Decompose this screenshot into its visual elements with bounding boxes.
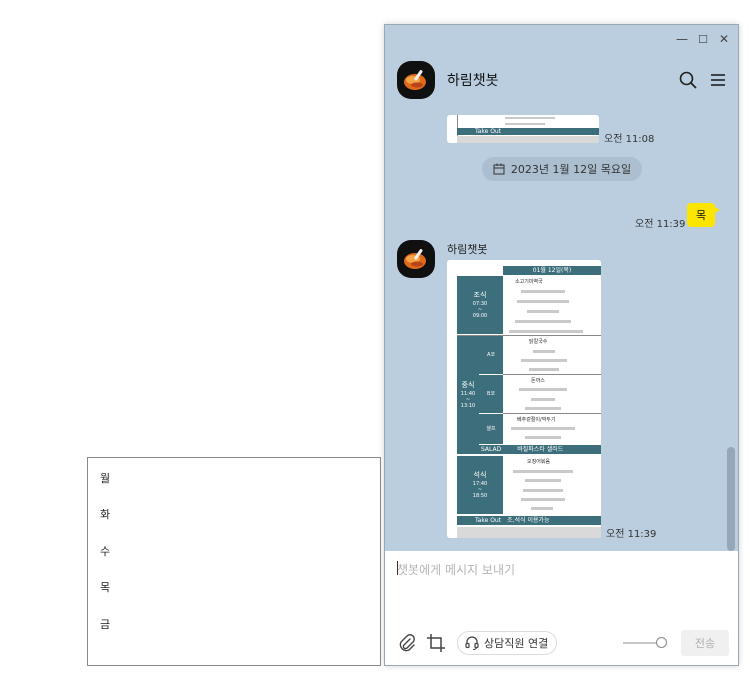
breakfast-label: 조식 [473, 290, 487, 299]
dinner-main: 오징어볶음 [527, 459, 551, 465]
day-list-panel: 월 화 수 목 금 [87, 457, 381, 666]
date-divider: 2023년 1월 12일 목요일 [482, 157, 642, 181]
my-message-bubble[interactable]: 목 [687, 203, 721, 227]
lunch-label: 중식 [461, 380, 475, 389]
message-input[interactable] [397, 561, 727, 621]
maximize-button[interactable]: ☐ [694, 30, 712, 48]
connect-agent-button[interactable]: 상담직원 연결 [457, 631, 558, 655]
dinner-label: 석식 [473, 470, 487, 479]
menu-date-header: 01월 12일(목) [503, 266, 601, 275]
search-icon[interactable] [677, 69, 699, 91]
lunch-a-main: 닭칼국수 [529, 339, 548, 345]
scrollbar[interactable] [727, 447, 735, 551]
menu-icon[interactable] [707, 69, 729, 91]
headset-icon [465, 636, 479, 651]
corner-a: A코 [479, 336, 503, 374]
attachment-icon[interactable] [397, 633, 417, 653]
takeout-row: Take Out [457, 128, 599, 135]
corner-self: 셀프 [479, 414, 503, 444]
chat-title: 하림챗봇 [447, 73, 499, 89]
day-item-wed[interactable]: 수 [100, 543, 110, 559]
chicken-logo-icon [404, 70, 426, 90]
my-message-time: 오전 11:39 [635, 219, 686, 230]
menu-table: 01월 12일(목) 조식 07:30 ~ 09:00 소고기미역국 중식 11… [447, 260, 601, 538]
send-button[interactable]: 전송 [681, 630, 729, 656]
lunch-self-main: 베추겉절이/깍두기 [517, 417, 556, 423]
lunch-cell: 중식 11:40 ~ 13:10 [457, 336, 479, 454]
takeout-note: 조,석식 이용가능 [507, 516, 550, 524]
text-caret [397, 561, 398, 575]
date-divider-label: 2023년 1월 12일 목요일 [510, 163, 632, 176]
crop-icon[interactable] [426, 633, 446, 653]
menu-image[interactable]: 01월 12일(목) 조식 07:30 ~ 09:00 소고기미역국 중식 11… [447, 260, 601, 538]
day-item-tue[interactable]: 화 [100, 506, 110, 522]
takeout-label: Take Out [475, 516, 502, 524]
takeout-row: Take Out 조,석식 이용가능 [457, 516, 601, 525]
composer: 상담직원 연결 전송 [385, 551, 738, 665]
salad-menu: 바질파스타 샐러드 [517, 445, 564, 453]
sender-avatar[interactable] [397, 240, 435, 278]
corner-b: B코 [479, 375, 503, 413]
day-item-thu[interactable]: 목 [100, 579, 110, 595]
message-time: 오전 11:08 [604, 134, 655, 145]
opacity-slider-thumb[interactable] [656, 637, 667, 648]
message-list[interactable]: Take Out 오전 11:08 2023년 1월 12일 목요일 오전 11… [385, 115, 738, 551]
chat-window: — ☐ ✕ 하림챗봇 Take Out 오전 11:08 2023년 1월 12… [384, 24, 739, 666]
breakfast-cell: 조식 07:30 ~ 09:00 [457, 276, 503, 334]
sender-name: 하림챗봇 [447, 243, 488, 256]
lunch-time: 11:40 ~ 13:10 [460, 391, 476, 410]
bot-avatar[interactable] [397, 61, 435, 99]
lunch-b-main: 돈까스 [531, 378, 545, 384]
salad-label: SALAD [481, 445, 502, 453]
dinner-cell: 석식 17:40 ~ 18:50 [457, 456, 503, 514]
chicken-logo-icon [404, 249, 426, 269]
breakfast-main: 소고기미역국 [515, 279, 543, 285]
breakfast-time: 07:30 ~ 09:00 [472, 301, 488, 320]
minimize-button[interactable]: — [673, 30, 691, 48]
menu-image-time: 오전 11:39 [606, 529, 657, 540]
dinner-time: 17:40 ~ 18:50 [472, 481, 488, 500]
close-button[interactable]: ✕ [715, 30, 733, 48]
calendar-icon [493, 163, 505, 175]
connect-agent-label: 상담직원 연결 [484, 637, 549, 650]
day-item-mon[interactable]: 월 [100, 470, 110, 486]
previous-menu-image[interactable]: Take Out [447, 115, 599, 143]
salad-row: SALAD 바질파스타 샐러드 [457, 445, 601, 454]
day-item-fri[interactable]: 금 [100, 616, 110, 632]
